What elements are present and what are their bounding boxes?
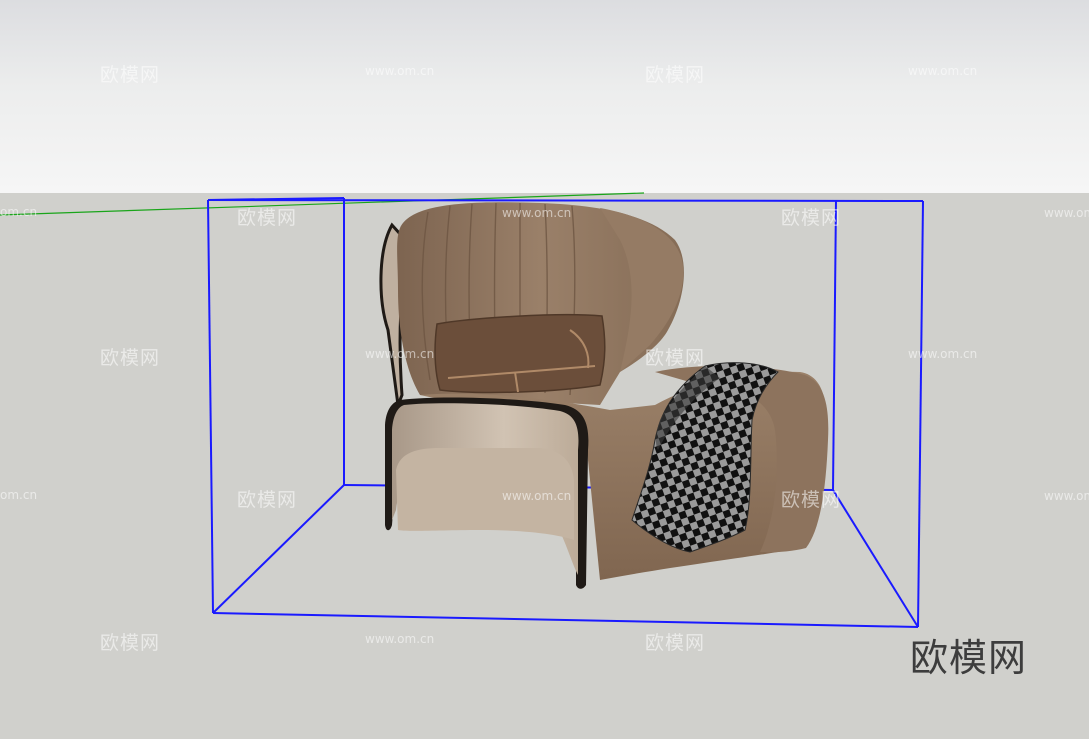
chair-lower-panel [396,448,574,540]
site-logo: 欧模网 [909,636,1027,680]
lumbar-pillow [434,313,606,394]
armchair-model[interactable] [379,202,829,589]
